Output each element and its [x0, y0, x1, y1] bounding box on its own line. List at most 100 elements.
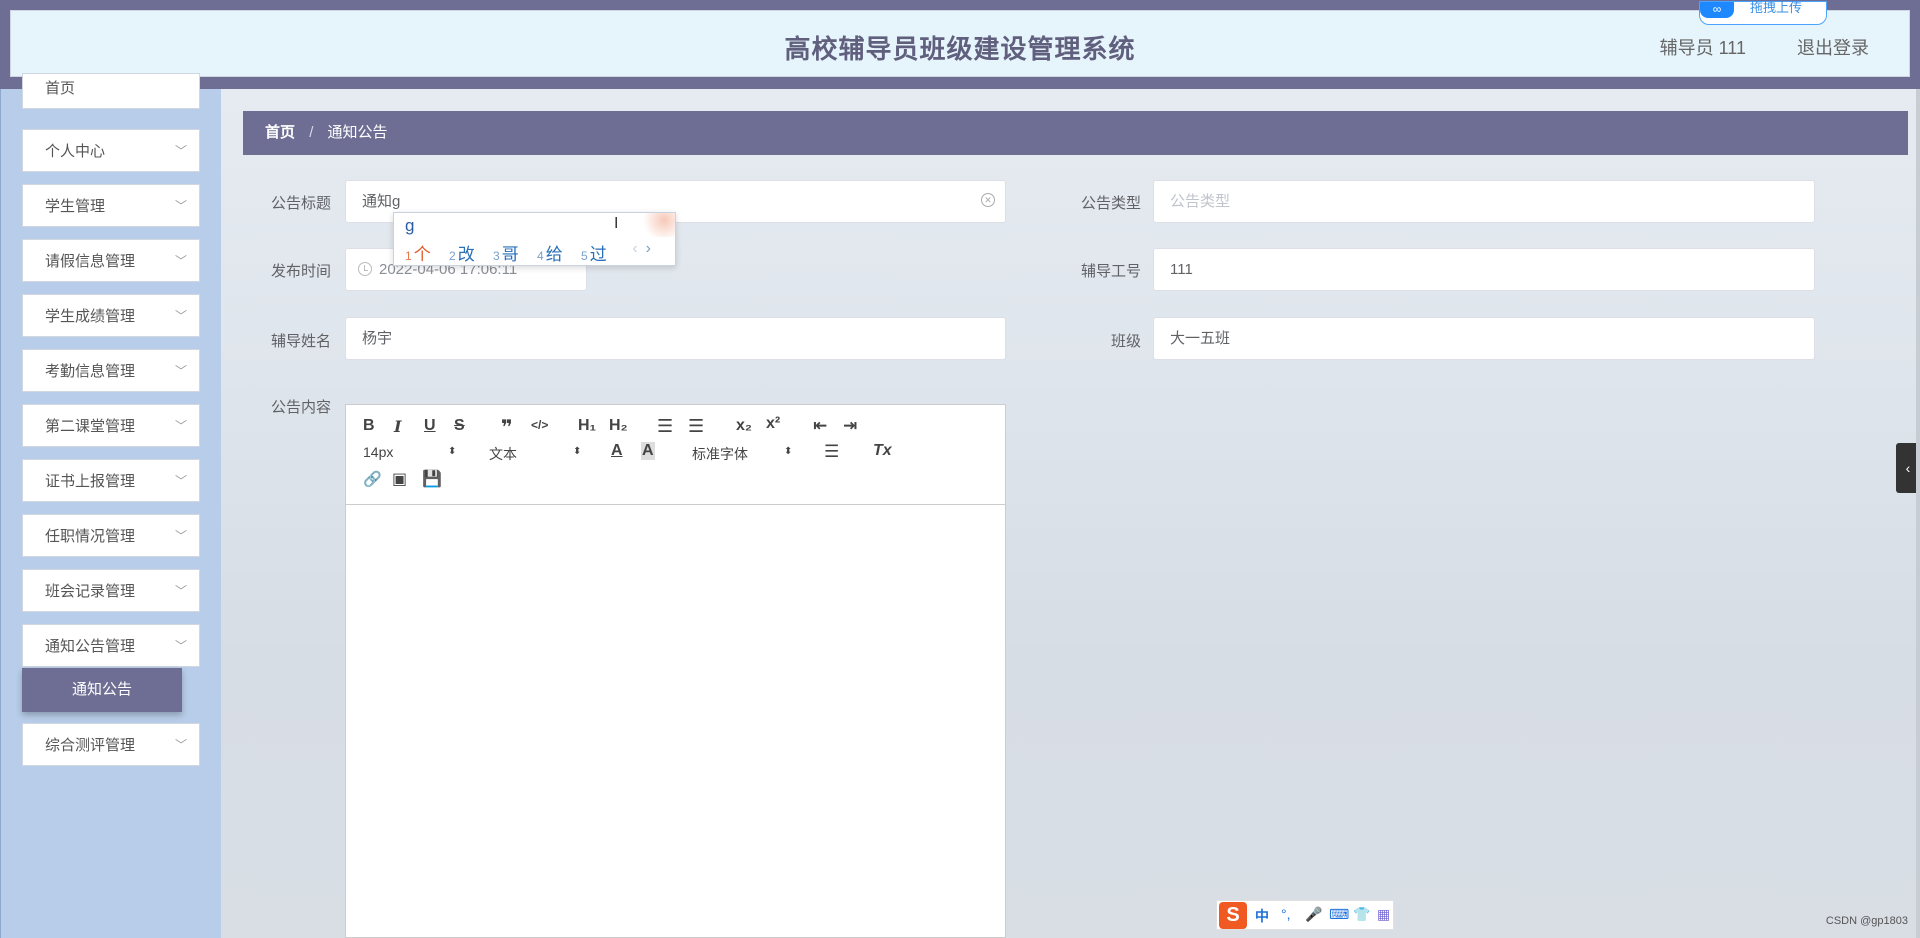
breadcrumb-separator: /: [309, 124, 314, 141]
sidebar-item-leave[interactable]: 请假信息管理 ﹀: [22, 239, 200, 282]
current-user: 辅导员 111: [1659, 38, 1746, 58]
align-icon[interactable]: ☰: [824, 442, 839, 462]
bullet-list-icon[interactable]: ☰: [688, 416, 704, 437]
sidebar-item-class-meetings[interactable]: 班会记录管理 ﹀: [22, 569, 200, 612]
font-family-select[interactable]: 标准字体 ⬍: [692, 444, 792, 464]
publish-time-label: 发布时间: [270, 263, 331, 280]
h2-icon[interactable]: H₂: [609, 417, 628, 435]
breadcrumb-home[interactable]: 首页: [265, 124, 295, 141]
sidebar-item-label: 学生成绩管理: [45, 308, 136, 325]
sogou-logo-icon: S: [1219, 902, 1247, 929]
chevron-down-icon: ﹀: [174, 474, 187, 488]
watermark: CSDN @gp1803: [1825, 915, 1908, 927]
sidebar-item-home[interactable]: 首页: [22, 73, 200, 109]
background-color-icon[interactable]: A: [641, 442, 655, 460]
subscript-icon[interactable]: x₂: [736, 417, 752, 435]
sidebar-item-label: 任职情况管理: [45, 528, 136, 545]
class-label: 班级: [1110, 333, 1141, 350]
select-arrow-icon: ⬍: [784, 446, 793, 457]
sidebar-item-students[interactable]: 学生管理 ﹀: [22, 184, 200, 227]
header: ∞ 拖拽上传 高校辅导员班级建设管理系统 辅导员 111 退出登录: [10, 1, 1910, 77]
sidebar-item-label: 第二课堂管理: [45, 418, 136, 435]
save-icon[interactable]: 💾: [422, 469, 442, 489]
counselor-id-input[interactable]: 111: [1153, 248, 1815, 291]
page-scrollbar[interactable]: [1916, 89, 1920, 938]
keyboard-icon[interactable]: ⌨: [1329, 906, 1349, 923]
sidebar-item-label: 首页: [45, 80, 76, 97]
chevron-up-icon: ﹀: [174, 639, 187, 653]
title-input-value: 通知g: [362, 193, 401, 210]
counselor-name-input[interactable]: 杨宇: [345, 317, 1006, 360]
sidebar-item-grades[interactable]: 学生成绩管理 ﹀: [22, 294, 200, 337]
sidebar-item-label: 综合测评管理: [45, 737, 136, 754]
font-color-icon[interactable]: A: [611, 442, 623, 460]
content-editor[interactable]: B I U S ❞ </> H₁ H₂ ☰ ☰ x₂ x² ⇤ ⇥ 14px ⬍…: [345, 404, 1006, 938]
ime-logo-icon: [639, 213, 675, 237]
upload-chip-label: 拖拽上传: [1750, 0, 1803, 15]
sidebar-item-positions[interactable]: 任职情况管理 ﹀: [22, 514, 200, 557]
blockquote-icon[interactable]: ❞: [501, 415, 513, 440]
link-icon[interactable]: 🔗: [363, 470, 382, 488]
content-label: 公告内容: [270, 399, 331, 416]
sidebar-item-notices[interactable]: 通知公告管理 ﹀: [22, 624, 200, 667]
sidebar-item-attendance[interactable]: 考勤信息管理 ﹀: [22, 349, 200, 392]
breadcrumb-current: 通知公告: [327, 124, 388, 141]
skin-shirt-icon[interactable]: 👕: [1353, 906, 1370, 923]
ime-punct-toggle[interactable]: °,: [1281, 906, 1291, 922]
editor-body[interactable]: [346, 505, 1005, 937]
ime-candidate[interactable]: 4给: [537, 240, 563, 265]
chevron-down-icon: ﹀: [174, 254, 187, 268]
logout-link[interactable]: 退出登录: [1797, 34, 1869, 60]
sidebar-item-label: 考勤信息管理: [45, 363, 136, 380]
ime-candidate[interactable]: 5过: [581, 240, 607, 265]
sidebar-item-evaluation[interactable]: 综合测评管理 ﹀: [22, 723, 200, 766]
indent-icon[interactable]: ⇥: [843, 416, 857, 436]
outdent-icon[interactable]: ⇤: [813, 416, 827, 436]
type-label: 公告类型: [1080, 195, 1141, 212]
superscript-icon[interactable]: x²: [766, 415, 780, 433]
font-family-value: 标准字体: [692, 446, 748, 462]
bold-icon[interactable]: B: [363, 417, 375, 435]
select-arrow-icon: ⬍: [573, 446, 582, 457]
ime-status-bar[interactable]: S 中 °, 🎤 ⌨ 👕 ▦: [1216, 900, 1394, 930]
sidebar-item-label: 学生管理: [45, 198, 106, 215]
ime-next-icon[interactable]: ›: [646, 240, 651, 257]
title-label: 公告标题: [270, 195, 331, 212]
block-type-select[interactable]: 文本 ⬍: [489, 444, 581, 464]
h1-icon[interactable]: H₁: [578, 417, 596, 435]
chevron-down-icon: ﹀: [174, 199, 187, 213]
sidebar-item-label: 通知公告管理: [45, 638, 136, 655]
chevron-down-icon: ﹀: [174, 144, 187, 158]
strike-icon[interactable]: S: [454, 417, 465, 435]
font-size-select[interactable]: 14px ⬍: [363, 444, 456, 460]
ime-candidate[interactable]: 3哥: [493, 240, 519, 265]
ordered-list-icon[interactable]: ☰: [657, 416, 673, 437]
chevron-down-icon: ﹀: [174, 419, 187, 433]
clear-format-icon[interactable]: Tx: [873, 442, 892, 460]
ime-mode-toggle[interactable]: 中: [1255, 906, 1269, 926]
text-cursor-icon: I: [614, 215, 619, 232]
ime-candidate[interactable]: 2改: [449, 240, 475, 265]
toolbox-icon[interactable]: ▦: [1377, 906, 1390, 923]
underline-icon[interactable]: U: [424, 417, 436, 435]
ime-prev-icon[interactable]: ‹: [632, 240, 637, 257]
type-input[interactable]: 公告类型: [1153, 180, 1815, 223]
sidebar-subitem-notice[interactable]: 通知公告: [22, 668, 182, 712]
class-input[interactable]: 大一五班: [1153, 317, 1815, 360]
breadcrumb: 首页 / 通知公告: [243, 111, 1908, 155]
clear-icon[interactable]: ✕: [981, 193, 995, 207]
block-type-value: 文本: [489, 446, 517, 462]
sidebar-item-second-classroom[interactable]: 第二课堂管理 ﹀: [22, 404, 200, 447]
italic-icon[interactable]: I: [394, 417, 401, 436]
code-icon[interactable]: </>: [531, 418, 548, 432]
sidebar-item-certificates[interactable]: 证书上报管理 ﹀: [22, 459, 200, 502]
image-icon[interactable]: ▣: [392, 469, 407, 489]
font-size-value: 14px: [363, 444, 394, 460]
microphone-icon[interactable]: 🎤: [1305, 906, 1322, 923]
sidebar-item-personal-center[interactable]: 个人中心 ﹀: [22, 129, 200, 172]
upload-chip[interactable]: ∞ 拖拽上传: [1699, 1, 1827, 25]
chevron-down-icon: ﹀: [174, 738, 187, 752]
ime-candidate[interactable]: 1个: [405, 240, 431, 265]
ime-page-nav[interactable]: ‹ ›: [632, 240, 651, 258]
sidebar-item-label: 证书上报管理: [45, 473, 136, 490]
